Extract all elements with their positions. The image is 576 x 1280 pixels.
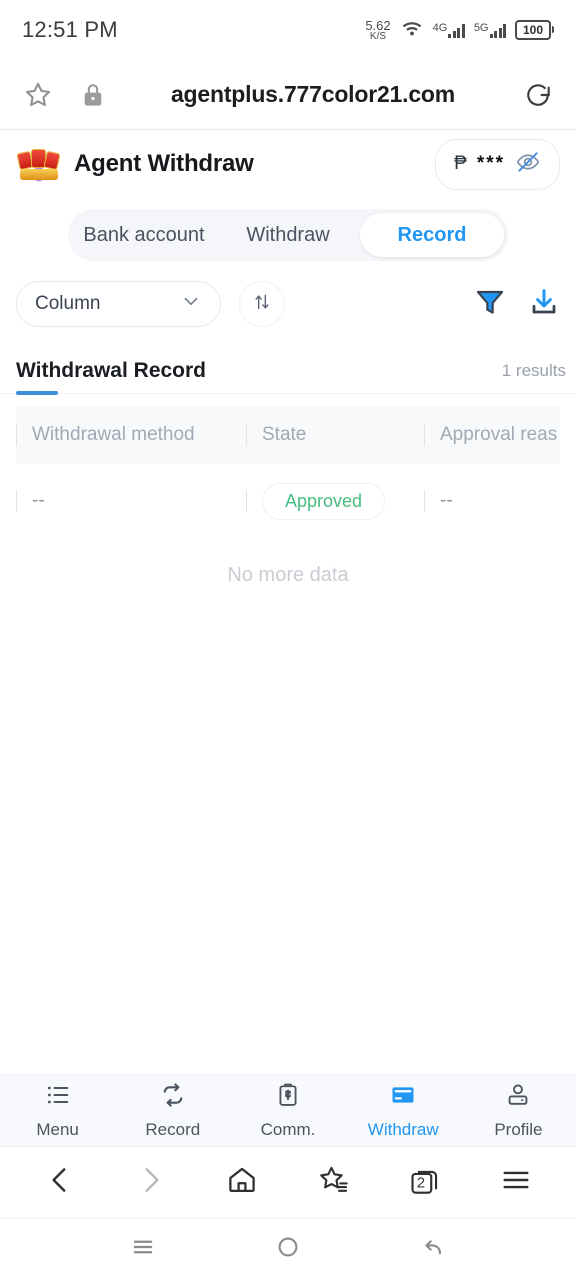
table-toolbar: Column — [0, 272, 576, 336]
table-row[interactable]: -- Approved -- — [16, 464, 560, 538]
clipboard-dollar-icon — [274, 1081, 302, 1114]
credit-card-icon — [389, 1081, 417, 1114]
column-header-state[interactable]: State — [246, 424, 424, 446]
column-select-label: Column — [35, 293, 101, 314]
recents-icon[interactable] — [129, 1233, 157, 1266]
network-label-4g: 4G — [432, 21, 448, 34]
nav-item-profile[interactable]: Profile — [461, 1081, 576, 1140]
balance-value: *** — [476, 153, 505, 174]
currency-symbol: ₱ — [454, 153, 467, 174]
filter-icon[interactable] — [474, 286, 506, 323]
home-circle-icon[interactable] — [274, 1233, 302, 1266]
tab-withdraw[interactable]: Withdraw — [216, 213, 360, 257]
page-title: Agent Withdraw — [74, 150, 254, 177]
nav-item-comm[interactable]: Comm. — [230, 1081, 345, 1140]
download-icon[interactable] — [528, 286, 560, 323]
browser-bottom-bar: 2 — [0, 1146, 576, 1218]
battery-level: 100 — [515, 19, 551, 41]
wifi-icon — [400, 19, 424, 42]
app-header: Agent Withdraw ₱ *** — [0, 130, 576, 198]
url-text[interactable]: agentplus.777color21.com — [104, 81, 522, 108]
brand-logo-icon — [16, 146, 62, 182]
withdrawal-record-table: Withdrawal method State Approval reas --… — [0, 394, 576, 1074]
lock-icon — [82, 82, 104, 108]
browser-url-bar: agentplus.777color21.com — [0, 60, 576, 130]
results-count: 1 results — [501, 361, 566, 380]
sort-updown-icon — [252, 292, 272, 317]
network-speed: 5.62 K/S — [365, 19, 390, 42]
sort-button[interactable] — [239, 281, 285, 327]
nav-label-profile: Profile — [494, 1120, 543, 1139]
status-time: 12:51 PM — [22, 17, 118, 42]
network-speed-unit: K/S — [369, 30, 387, 42]
list-icon — [44, 1081, 72, 1114]
app-bottom-nav: Menu Record Comm. Withdraw Profile — [0, 1074, 576, 1146]
record-section-header: Withdrawal Record 1 results — [0, 336, 576, 395]
balance-pill[interactable]: ₱ *** — [435, 138, 560, 190]
tabs-icon[interactable]: 2 — [408, 1166, 442, 1200]
chevron-left-icon[interactable] — [43, 1163, 77, 1202]
table-header-row: Withdrawal method State Approval reas — [16, 406, 560, 464]
record-title: Withdrawal Record — [16, 359, 207, 382]
status-indicators: 5.62 K/S 4G 5G 100 — [365, 19, 554, 42]
star-icon[interactable] — [22, 79, 54, 111]
hamburger-menu-icon[interactable] — [499, 1163, 533, 1202]
cell-withdrawal-method: -- — [16, 490, 246, 512]
reload-icon[interactable] — [522, 79, 554, 111]
nav-item-withdraw[interactable]: Withdraw — [346, 1081, 461, 1140]
tab-record[interactable]: Record — [360, 213, 504, 257]
segmented-tabs: Bank account Withdraw Record — [0, 198, 576, 272]
nav-label-comm: Comm. — [260, 1120, 316, 1139]
network-label-5g: 5G — [473, 21, 489, 34]
battery-icon: 100 — [515, 19, 554, 41]
signal-bars-icon — [489, 23, 506, 38]
chevron-right-icon[interactable] — [134, 1163, 168, 1202]
column-header-withdrawal-method[interactable]: Withdrawal method — [16, 424, 246, 446]
column-header-approval-reason[interactable]: Approval reas — [424, 424, 560, 446]
nav-label-menu: Menu — [36, 1120, 79, 1139]
tabs-count: 2 — [416, 1174, 426, 1191]
cell-state: Approved — [246, 482, 424, 520]
status-bar: 12:51 PM 5.62 K/S 4G 5G 100 — [0, 0, 576, 60]
signal-4g: 4G — [432, 21, 465, 38]
nav-label-withdraw: Withdraw — [367, 1120, 439, 1139]
chevron-down-icon — [180, 290, 202, 318]
network-speed-value: 5.62 — [365, 17, 391, 33]
home-icon[interactable] — [225, 1163, 259, 1202]
column-select[interactable]: Column — [16, 281, 221, 327]
nav-label-record: Record — [145, 1120, 201, 1139]
signal-bars-icon — [448, 23, 465, 38]
android-nav-bar — [0, 1218, 576, 1280]
person-icon — [504, 1081, 532, 1114]
nav-item-menu[interactable]: Menu — [0, 1081, 115, 1140]
eye-off-icon[interactable] — [515, 149, 541, 180]
star-list-icon[interactable] — [317, 1163, 351, 1202]
nav-item-record[interactable]: Record — [115, 1081, 230, 1140]
loop-arrows-icon — [159, 1081, 187, 1114]
tab-bank-account[interactable]: Bank account — [72, 213, 216, 257]
no-more-data-text: No more data — [227, 564, 349, 586]
status-badge: Approved — [262, 482, 386, 520]
cell-approval-reason: -- — [424, 490, 560, 512]
back-arrow-icon[interactable] — [419, 1233, 447, 1266]
signal-5g: 5G — [473, 21, 506, 38]
